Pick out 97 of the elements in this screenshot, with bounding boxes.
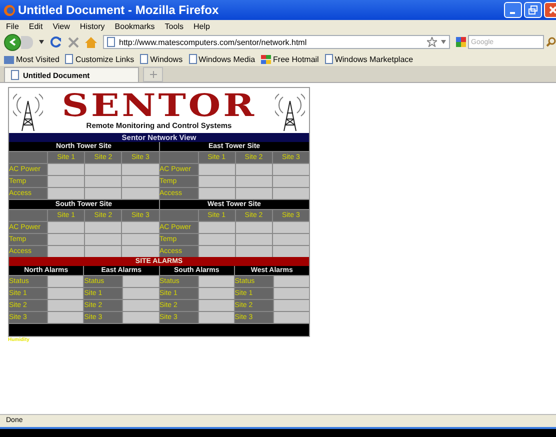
menu-item[interactable]: View: [52, 22, 70, 30]
table-cell: [198, 234, 235, 245]
table-cell: [48, 246, 84, 257]
table-cell: [236, 164, 272, 175]
bookmark-link[interactable]: Windows Media: [188, 54, 256, 64]
menu-item[interactable]: Bookmarks: [114, 22, 155, 30]
table-cell: [274, 300, 309, 311]
table-cell: [85, 164, 122, 175]
browser-logo-icon: [4, 4, 15, 16]
table-cell: [236, 246, 272, 257]
table-cell: [272, 234, 309, 245]
table-cell: [85, 222, 122, 233]
table-cell: [85, 246, 122, 257]
flag-icon: [261, 54, 272, 64]
table-cell: [198, 222, 235, 233]
close-icon: [549, 6, 556, 14]
search-icon[interactable]: [546, 37, 556, 47]
table-cell: [198, 276, 234, 287]
menu-item[interactable]: Edit: [28, 22, 43, 30]
bookmark-link[interactable]: Free Hotmail: [261, 54, 319, 64]
caret-icon[interactable]: [441, 40, 446, 44]
radio-tower-icon: [13, 90, 43, 130]
folder-icon: [4, 54, 14, 64]
table-cell: [48, 312, 84, 323]
table-cell: [9, 152, 47, 163]
table-cell: [272, 188, 309, 199]
table-cell: [236, 222, 272, 233]
table-cell: [9, 210, 47, 221]
table-cell: [272, 246, 309, 257]
page-icon: [140, 54, 148, 64]
table-cell: [85, 234, 122, 245]
stop-icon[interactable]: [68, 36, 79, 48]
page-icon: [324, 54, 333, 64]
menu-item[interactable]: Help: [193, 22, 210, 30]
plus-icon: [150, 71, 156, 78]
table-cell: [198, 288, 234, 299]
table-cell: [85, 188, 122, 199]
table-cell: [123, 276, 158, 287]
radio-tower-icon: [275, 90, 305, 130]
table-cell: [272, 176, 309, 187]
menu-item[interactable]: History: [80, 22, 105, 30]
table-cell: [48, 288, 84, 299]
table-cell: [48, 222, 84, 233]
table-cell: [48, 188, 84, 199]
table-cell: [236, 176, 272, 187]
table-cell: [198, 300, 234, 311]
table-cell: [160, 152, 198, 163]
page-icon: [65, 54, 74, 64]
table-cell: [48, 276, 84, 287]
table-cell: [122, 188, 158, 199]
menu-item[interactable]: File: [6, 22, 19, 30]
table-cell: [198, 246, 235, 257]
table-cell: [122, 176, 158, 187]
table-cell: [198, 188, 235, 199]
star-icon[interactable]: [427, 37, 437, 47]
maximize-button[interactable]: [524, 2, 542, 18]
table-cell: [122, 234, 158, 245]
search-engine-icon[interactable]: [456, 37, 466, 47]
table-cell: [274, 312, 309, 323]
table-cell: [236, 188, 272, 199]
table-cell: [48, 300, 84, 311]
table-cell: [123, 288, 158, 299]
table-cell: [85, 176, 122, 187]
table-cell: [123, 312, 158, 323]
minimize-button[interactable]: [504, 2, 522, 18]
table-cell: [48, 234, 84, 245]
table-cell: [122, 164, 158, 175]
table-cell: [272, 222, 309, 233]
bookmark-link[interactable]: Customize Links: [65, 54, 134, 64]
table-cell: [160, 210, 198, 221]
table-cell: [198, 164, 235, 175]
window-title: Untitled Document - Mozilla Firefox: [18, 3, 220, 17]
table-cell: [272, 164, 309, 175]
page-icon: [188, 54, 197, 64]
page-icon: [107, 37, 115, 47]
page-icon: [11, 70, 19, 80]
table-cell: [198, 176, 235, 187]
table-cell: [274, 288, 309, 299]
bookmark-link[interactable]: Windows Marketplace: [324, 54, 414, 64]
bookmark-link[interactable]: Most Visited: [4, 54, 60, 64]
table-cell: [122, 222, 158, 233]
address-field[interactable]: http://www.matescomputers.com/sentor/network.html: [103, 35, 450, 49]
caret-icon[interactable]: [39, 40, 44, 44]
logo-text: SENTOR: [62, 91, 256, 121]
new-tab-button[interactable]: [143, 67, 163, 82]
back-button[interactable]: [4, 34, 21, 50]
bookmark-link[interactable]: Windows: [140, 54, 183, 64]
table-cell: [123, 300, 158, 311]
menu-item[interactable]: Tools: [164, 22, 184, 30]
restore-icon: [528, 5, 538, 15]
table-cell: [48, 176, 84, 187]
table-cell: [198, 312, 234, 323]
table-cell: [48, 164, 84, 175]
table-cell: [274, 276, 309, 287]
table-cell: [236, 234, 272, 245]
table-cell: [122, 246, 158, 257]
reload-icon[interactable]: [50, 36, 62, 48]
